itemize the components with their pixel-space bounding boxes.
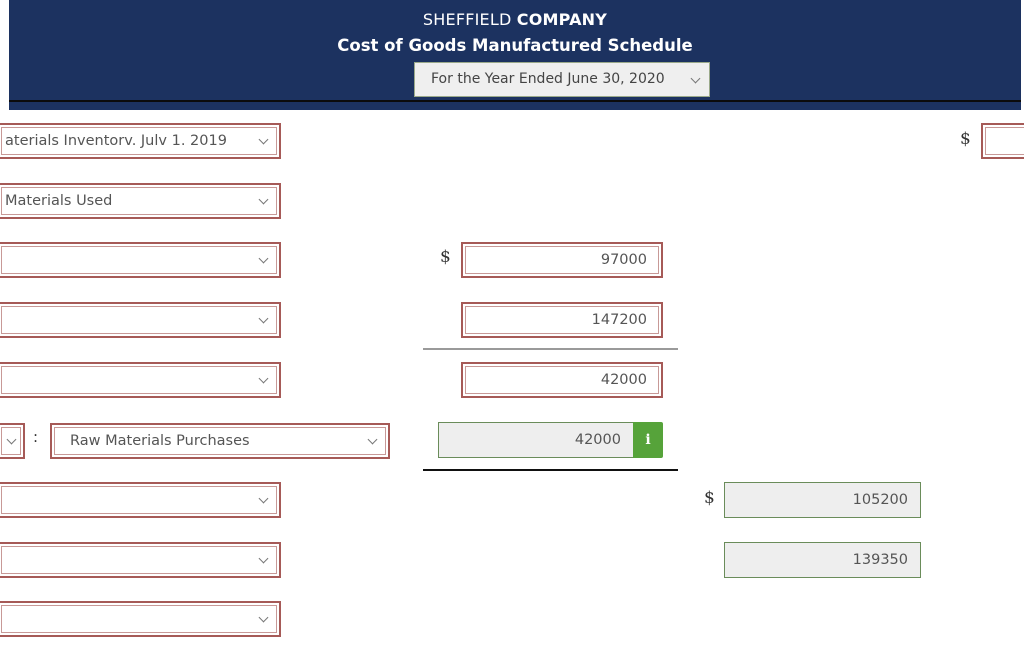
account-select-row8[interactable] [0,542,281,578]
account-select-row5[interactable] [0,362,281,398]
chevron-down-icon [258,612,269,623]
account-select-row6[interactable]: Raw Materials Purchases [50,423,390,459]
calculated-amount-row6: 42000 [438,422,634,458]
account-select-row4[interactable] [0,302,281,338]
amount-input-row3[interactable]: 97000 [461,242,663,278]
amount-input-row1-right[interactable] [981,123,1024,159]
operator-select-row6[interactable] [0,423,25,459]
info-icon[interactable]: i [633,422,663,458]
schedule-title: Cost of Goods Manufactured Schedule [337,36,693,55]
chevron-down-icon [6,434,17,445]
chevron-down-icon [258,194,269,205]
account-select-value: aterials Inventorv. Julv 1. 2019 [5,133,227,149]
chevron-down-icon [690,73,701,84]
dollar-sign: $ [960,129,971,149]
account-select-row2[interactable]: Materials Used [0,183,281,219]
dollar-sign: $ [440,247,451,267]
schedule-header: SHEFFIELD COMPANY Cost of Goods Manufact… [9,0,1021,110]
amount-input-row5[interactable]: 42000 [461,362,663,398]
chevron-down-icon [258,373,269,384]
calculated-amount-row7: 105200 [724,482,921,518]
chevron-down-icon [258,253,269,264]
dollar-sign: $ [704,488,715,508]
account-select-row3[interactable] [0,242,281,278]
chevron-down-icon [258,313,269,324]
account-select-row7[interactable] [0,482,281,518]
chevron-down-icon [258,493,269,504]
company-name-bold: COMPANY [516,10,608,29]
total-line [423,469,678,471]
chevron-down-icon [258,553,269,564]
chevron-down-icon [258,134,269,145]
account-select-row1[interactable]: aterials Inventorv. Julv 1. 2019 [0,123,281,159]
period-select[interactable]: For the Year Ended June 30, 2020 [414,62,710,97]
account-select-value: Materials Used [5,193,113,209]
account-select-value: Raw Materials Purchases [70,433,250,449]
company-name: SHEFFIELD COMPANY [9,10,1021,29]
calculated-amount-row8: 139350 [724,542,921,578]
company-name-regular: SHEFFIELD [422,10,517,29]
colon-separator: : [33,428,39,446]
subtotal-line [423,348,678,350]
chevron-down-icon [367,434,378,445]
header-divider [9,100,1021,102]
period-select-value: For the Year Ended June 30, 2020 [431,71,665,87]
amount-input-row4[interactable]: 147200 [461,302,663,338]
account-select-row9[interactable] [0,601,281,637]
